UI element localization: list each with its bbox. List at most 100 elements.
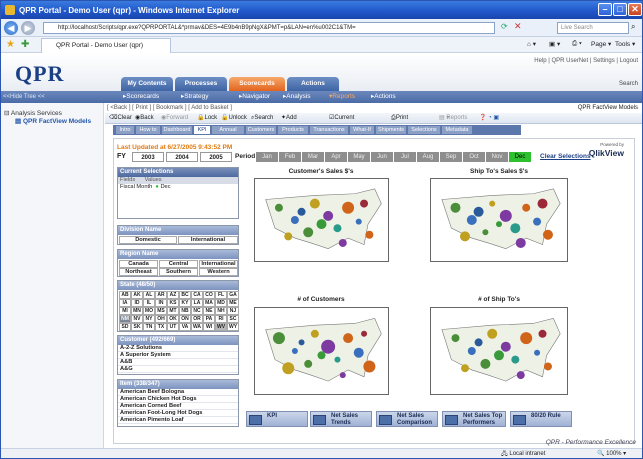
state-item[interactable]: NV [131,315,143,323]
close-button[interactable]: ✕ [628,3,642,16]
location-bubble[interactable] [537,198,548,209]
state-item[interactable]: MA [203,299,215,307]
tab-actions[interactable]: Actions [287,77,339,91]
location-bubble[interactable] [460,231,470,242]
location-bubble[interactable] [482,229,489,236]
search-icon[interactable]: ⌕ [631,22,635,32]
map-customer-sales[interactable] [254,178,389,262]
state-item[interactable]: VA [179,323,191,331]
state-item[interactable]: AB [119,291,131,299]
state-item[interactable]: IN [155,299,167,307]
location-bubble[interactable] [365,230,374,239]
print-possible-button[interactable]: ⎙ Print Possible [391,113,419,132]
clear-button[interactable]: ⌫ Clear [109,113,132,124]
maximize-button[interactable]: □ [613,3,627,16]
location-bubble[interactable] [520,332,533,345]
state-item[interactable]: PA [203,315,215,323]
state-item[interactable]: NH [215,307,227,315]
location-bubble[interactable] [304,359,313,368]
stop-icon[interactable]: ✕ [514,21,522,32]
subnav-navigator[interactable]: ▸ Navigator [239,91,270,103]
state-item[interactable]: GA [227,291,239,299]
sheet-tab-shipments[interactable]: Shipments [376,126,406,134]
location-bubble[interactable] [291,348,298,354]
tab-my-contents[interactable]: My Contents [121,77,173,91]
customer-list-item[interactable]: A&G [118,366,238,373]
back-button[interactable]: ◀ [4,20,18,35]
search-input[interactable]: Live Search [557,22,629,34]
state-item[interactable]: NB [179,307,191,315]
state-item[interactable]: OR [191,315,203,323]
location-bubble[interactable] [323,210,334,221]
state-item[interactable]: OK [167,315,179,323]
location-bubble[interactable] [543,362,552,371]
state-item[interactable]: LA [191,299,203,307]
tab-processes[interactable]: Processes [175,77,227,91]
month-jun[interactable]: Jun [371,152,393,162]
location-bubble[interactable] [494,350,504,361]
subnav-scorecards[interactable]: ▸ Scorecards [123,91,159,103]
location-bubble[interactable] [522,203,531,212]
state-item[interactable]: ID [131,299,143,307]
forward-tool-button[interactable]: ◉ Forward [161,113,188,124]
location-bubble[interactable] [317,351,326,360]
kpi-button[interactable]: KPI [246,411,308,427]
home-icon[interactable]: ⌂ ▾ [527,40,536,48]
year-2003[interactable]: 2003 [132,152,164,162]
add-bookmark-button[interactable]: ✦ Add Bookmark [281,113,313,132]
sheet-tab-transactions[interactable]: Transactions [310,126,348,134]
cs-row[interactable]: Fiscal Month ● Dec [118,184,238,191]
state-item[interactable]: MI [119,307,131,315]
region-item[interactable]: Canada [119,260,158,268]
state-item[interactable]: ME [227,299,239,307]
location-bubble[interactable] [500,341,511,352]
location-bubble[interactable] [282,362,295,375]
state-item[interactable]: OH [155,315,167,323]
region-item[interactable]: Southern [159,268,198,276]
month-dec[interactable]: Dec [509,152,531,162]
print-icon[interactable]: ⎙ ▾ [572,40,582,48]
month-may[interactable]: May [348,152,370,162]
state-item[interactable]: WY [227,323,239,331]
location-bubble[interactable] [499,209,512,222]
subnav-reports[interactable]: ▾ Reports [329,91,355,103]
location-bubble[interactable] [290,216,299,224]
location-bubble[interactable] [339,372,346,379]
browser-tab[interactable]: QPR Portal - Demo User (qpr) [41,38,171,53]
clear-selections-link[interactable]: Clear Selections [540,153,591,160]
year-2004[interactable]: 2004 [166,152,198,162]
month-aug[interactable]: Aug [417,152,439,162]
location-bubble[interactable] [310,329,319,338]
region-item[interactable]: Northeast [119,268,158,276]
sheet-tab-kpi[interactable]: KPI [194,126,210,134]
state-item[interactable]: RI [215,315,227,323]
sheet-tab-annual-sales[interactable]: Annual Sales [212,126,244,141]
location-bubble[interactable] [309,198,320,209]
url-field[interactable]: http://localhost/Scripts/qpr.exe?QPRPORT… [43,22,495,34]
state-item[interactable]: IA [119,299,131,307]
tree-root[interactable]: ⊟ Analysis Services [4,109,62,117]
location-bubble[interactable] [363,360,376,373]
item-list-item[interactable]: American Chicken Hot Dogs [118,396,238,403]
net-sales-trends-button[interactable]: Net Sales Trends [310,411,372,427]
refresh-icon[interactable]: ⟳ [501,22,508,31]
location-bubble[interactable] [466,215,477,225]
location-bubble[interactable] [334,356,341,363]
location-bubble[interactable] [333,224,342,233]
state-item[interactable]: UT [167,323,179,331]
sheet-tab-customers[interactable]: Customers [246,126,276,134]
sheet-tab-what-if[interactable]: What-If [350,126,374,134]
map-shipto-sales[interactable] [430,178,568,262]
state-item[interactable]: WV [215,323,227,331]
month-nov[interactable]: Nov [486,152,508,162]
location-bubble[interactable] [538,329,547,338]
net-sales-top-performers-button[interactable]: Net Sales Top Performers [442,411,506,427]
top-links[interactable]: Help | QPR UserNet | Settings | Logout [534,58,638,64]
state-item[interactable]: MS [155,307,167,315]
location-bubble[interactable] [303,227,314,238]
month-mar[interactable]: Mar [302,152,324,162]
location-bubble[interactable] [450,202,461,213]
state-item[interactable]: MO [143,307,155,315]
location-bubble[interactable] [272,332,285,345]
division-domestic[interactable]: Domestic [119,236,177,244]
